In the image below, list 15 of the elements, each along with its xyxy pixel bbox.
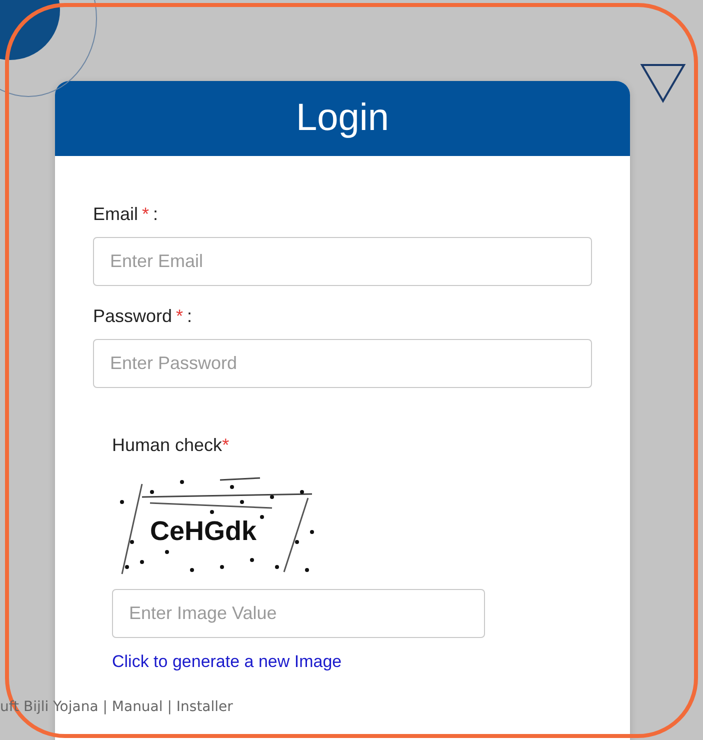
- refresh-link[interactable]: Click to generate a new Image: [112, 652, 573, 672]
- required-mark: *: [222, 435, 230, 456]
- captcha-text: CeHGdk: [150, 516, 257, 547]
- input-field[interactable]: Enter Password: [93, 339, 592, 388]
- colon: :: [187, 306, 192, 327]
- colon: :: [153, 204, 158, 225]
- input-field[interactable]: Enter Image Value: [112, 589, 485, 638]
- required-mark: *: [142, 204, 150, 225]
- triangle-icon: [640, 63, 686, 103]
- input-field[interactable]: Enter Email: [93, 237, 592, 286]
- field-label: Email: [93, 204, 138, 225]
- field-label: Password: [93, 306, 172, 327]
- required-mark: *: [176, 306, 184, 327]
- login-title: Login: [55, 81, 630, 156]
- field-label: Human check: [112, 435, 222, 456]
